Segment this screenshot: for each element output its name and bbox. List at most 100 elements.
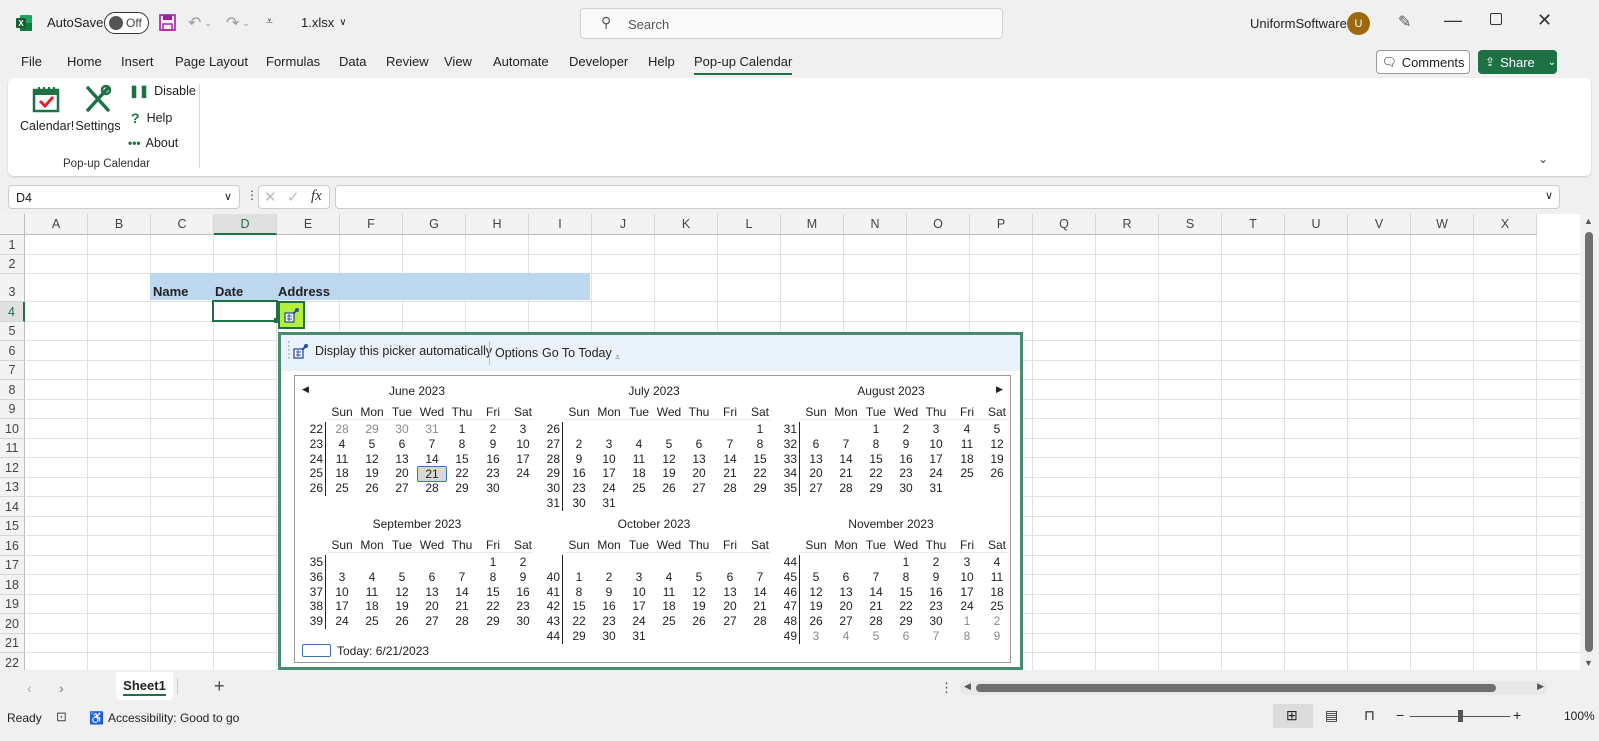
calendar-day[interactable]: 20 (715, 599, 745, 613)
calendar-day[interactable]: 30 (891, 481, 921, 495)
column-header-s[interactable]: S (1159, 214, 1222, 235)
calendar-day[interactable]: 13 (801, 452, 831, 466)
calendar-day[interactable]: 13 (387, 452, 417, 466)
row-header-8[interactable]: 8 (0, 380, 25, 400)
scroll-right-icon[interactable]: ▶ (1537, 681, 1544, 692)
calendar-day[interactable]: 6 (684, 437, 714, 451)
filename-dropdown[interactable]: 1.xlsx ∨ (301, 15, 347, 30)
calendar-day[interactable]: 12 (387, 585, 417, 599)
calendar-day[interactable]: 26 (654, 481, 684, 495)
calendar-day[interactable]: 19 (387, 599, 417, 613)
column-header-d[interactable]: D (214, 214, 277, 235)
column-header-p[interactable]: P (970, 214, 1033, 235)
calendar-day[interactable]: 20 (417, 599, 447, 613)
calendar-day[interactable]: 27 (417, 614, 447, 628)
vertical-scrollbar[interactable]: ▲ ▼ (1580, 214, 1599, 670)
calendar-day[interactable]: 25 (952, 466, 982, 480)
calendar-day[interactable]: 25 (654, 614, 684, 628)
row-header-12[interactable]: 12 (0, 458, 25, 478)
tab-page-layout[interactable]: Page Layout (175, 54, 248, 69)
column-header-o[interactable]: O (907, 214, 970, 235)
calendar-day[interactable]: 30 (508, 614, 538, 628)
calendar-day[interactable]: 26 (801, 614, 831, 628)
calendar-day[interactable]: 7 (745, 570, 775, 584)
zoom-slider-thumb[interactable] (1458, 710, 1463, 722)
calendar-day[interactable]: 15 (564, 599, 594, 613)
calendar-day[interactable]: 28 (327, 422, 357, 436)
row-header-11[interactable]: 11 (0, 438, 25, 458)
calendar-day[interactable]: 3 (921, 422, 951, 436)
calendar-day[interactable]: 17 (624, 599, 654, 613)
calendar-day[interactable]: 10 (594, 452, 624, 466)
calendar-day[interactable]: 2 (982, 614, 1012, 628)
calendar-day[interactable]: 2 (921, 555, 951, 569)
month-title[interactable]: September 2023 (303, 517, 531, 531)
calendar-day[interactable]: 6 (417, 570, 447, 584)
go-to-today-button[interactable]: Go To Today (542, 346, 612, 360)
help-button[interactable]: ? Help (131, 110, 172, 126)
calendar-day[interactable]: 16 (891, 452, 921, 466)
calendar-day[interactable]: 4 (831, 629, 861, 643)
tab-popup-calendar[interactable]: Pop-up Calendar (694, 54, 793, 75)
calendar-day[interactable]: 10 (952, 570, 982, 584)
zoom-in-icon[interactable]: + (1513, 707, 1521, 723)
calendar-day[interactable]: 17 (508, 452, 538, 466)
calendar-day[interactable]: 22 (891, 599, 921, 613)
row-header-21[interactable]: 21 (0, 633, 25, 653)
calendar-day[interactable]: 6 (715, 570, 745, 584)
calendar-day[interactable]: 22 (861, 466, 891, 480)
calendar-day[interactable]: 9 (982, 629, 1012, 643)
column-header-e[interactable]: E (277, 214, 340, 235)
column-header-a[interactable]: A (25, 214, 88, 235)
minimize-icon[interactable]: — (1444, 10, 1462, 31)
calendar-day[interactable]: 8 (891, 570, 921, 584)
calendar-day[interactable]: 7 (417, 437, 447, 451)
display-automatically-toggle[interactable]: Display this picker automatically (293, 343, 492, 359)
calendar-day[interactable]: 6 (801, 437, 831, 451)
row-header-19[interactable]: 19 (0, 594, 25, 614)
calendar-day[interactable]: 13 (684, 452, 714, 466)
expand-formula-icon[interactable]: ∨ (1545, 189, 1553, 202)
column-header-b[interactable]: B (88, 214, 151, 235)
calendar-day[interactable]: 11 (952, 437, 982, 451)
close-icon[interactable]: ✕ (1537, 10, 1552, 31)
calendar-day[interactable]: 27 (831, 614, 861, 628)
calendar-day[interactable]: 4 (357, 570, 387, 584)
tab-review[interactable]: Review (386, 54, 429, 69)
column-header-h[interactable]: H (466, 214, 529, 235)
selected-cell-d4[interactable] (212, 300, 278, 322)
share-button[interactable]: ⇪ Share ⌄ (1478, 50, 1557, 74)
row-header-18[interactable]: 18 (0, 575, 25, 595)
calendar-day[interactable]: 5 (982, 422, 1012, 436)
calendar-day[interactable]: 10 (624, 585, 654, 599)
calendar-day[interactable]: 18 (624, 466, 654, 480)
calendar-day[interactable]: 21 (861, 599, 891, 613)
add-sheet-icon[interactable]: + (214, 676, 225, 697)
calendar-day[interactable]: 21 (715, 466, 745, 480)
calendar-day[interactable]: 8 (447, 437, 477, 451)
month-title[interactable]: August 2023 (777, 384, 1005, 398)
month-title[interactable]: June 2023 (303, 384, 531, 398)
calendar-day[interactable]: 7 (861, 570, 891, 584)
calendar-day[interactable]: 24 (594, 481, 624, 495)
calendar-day[interactable]: 27 (715, 614, 745, 628)
next-sheet-icon[interactable]: › (59, 680, 64, 696)
calendar-day[interactable]: 11 (327, 452, 357, 466)
calendar-day[interactable]: 7 (447, 570, 477, 584)
calendar-day[interactable]: 3 (624, 570, 654, 584)
calendar-day[interactable]: 21 (831, 466, 861, 480)
calendar-day[interactable]: 26 (982, 466, 1012, 480)
calendar-day[interactable]: 24 (952, 599, 982, 613)
calendar-day[interactable]: 1 (891, 555, 921, 569)
calendar-day[interactable]: 17 (594, 466, 624, 480)
calendar-day[interactable]: 23 (891, 466, 921, 480)
tab-home[interactable]: Home (67, 54, 102, 69)
zoom-out-icon[interactable]: − (1396, 707, 1404, 723)
calendar-day[interactable]: 14 (417, 452, 447, 466)
calendar-day[interactable]: 29 (891, 614, 921, 628)
calendar-day[interactable]: 20 (801, 466, 831, 480)
column-header-k[interactable]: K (655, 214, 718, 235)
cell-e3[interactable]: Address (278, 284, 330, 299)
calendar-day[interactable]: 24 (327, 614, 357, 628)
calendar-day[interactable]: 3 (952, 555, 982, 569)
